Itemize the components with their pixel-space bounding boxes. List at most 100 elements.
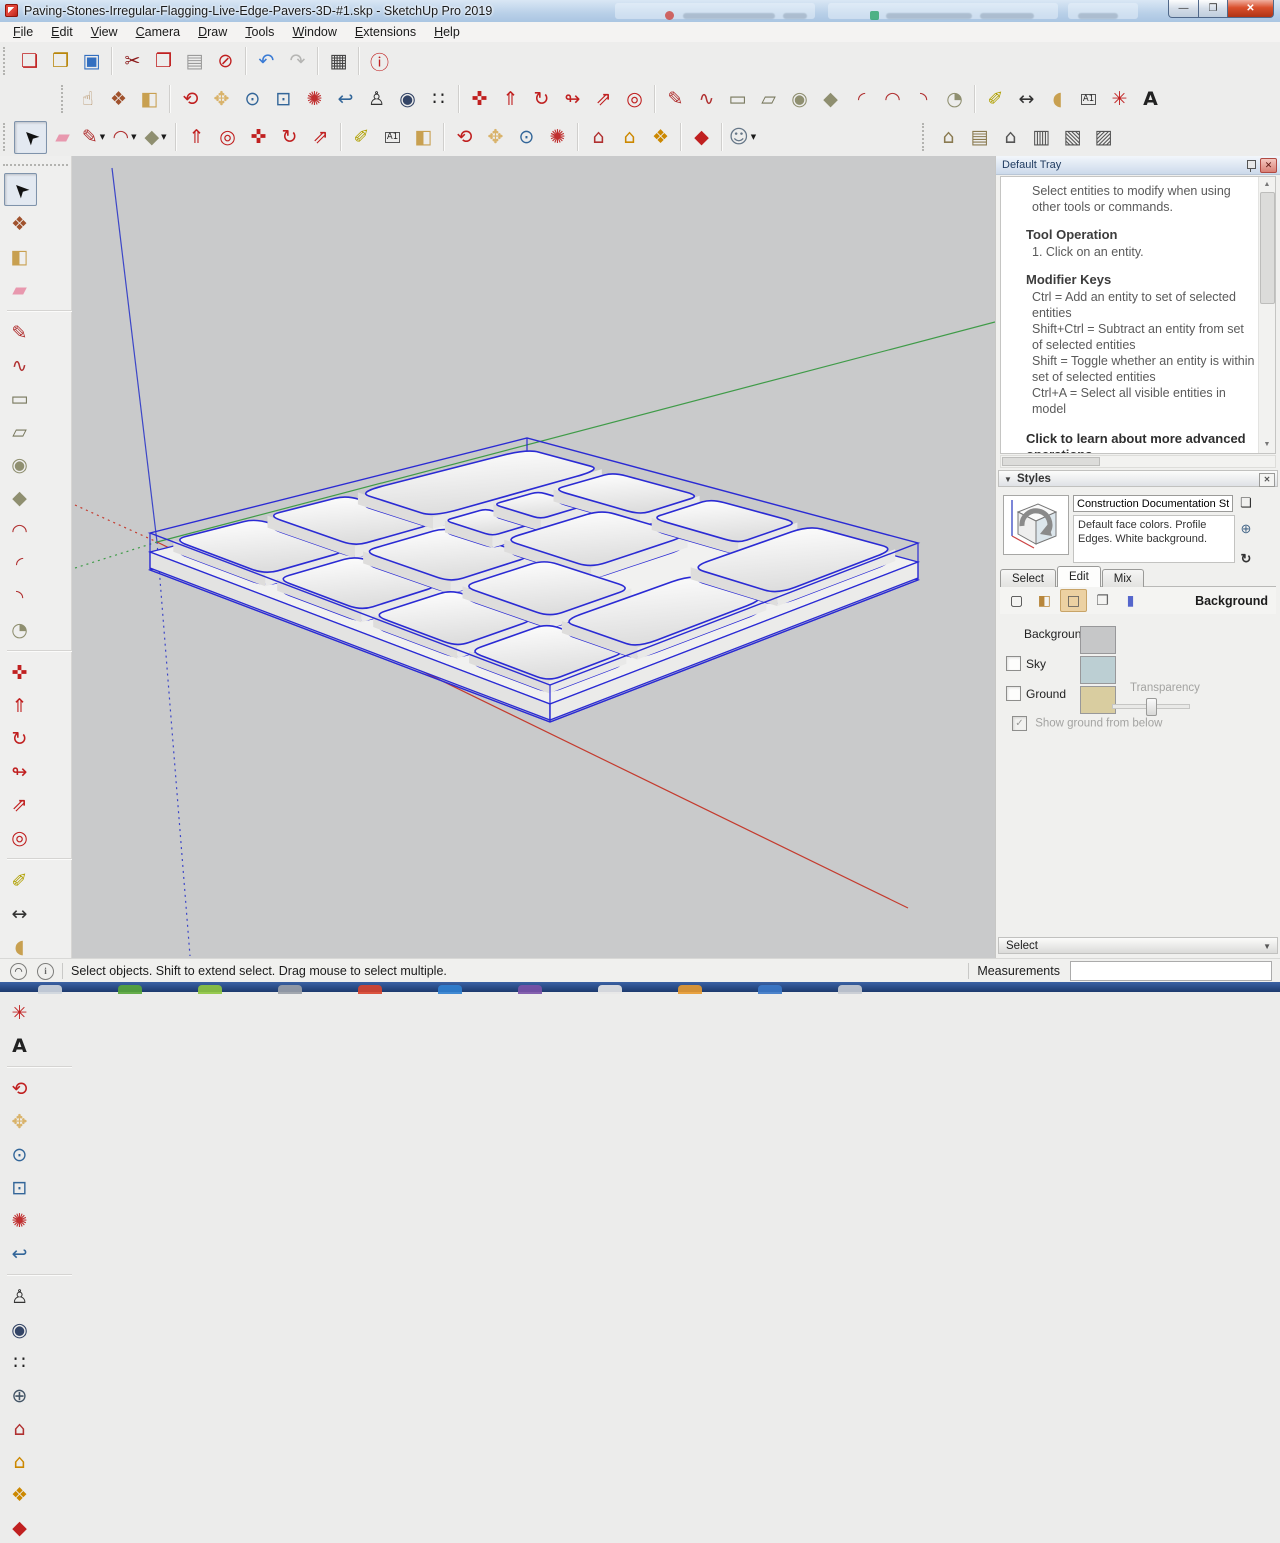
- tool-paint-bucket-button[interactable]: ◧: [134, 84, 165, 115]
- drawing-viewport[interactable]: [72, 156, 996, 958]
- tool-section-plane-button[interactable]: ⊕: [4, 1380, 35, 1411]
- credits-info-icon[interactable]: i: [37, 962, 54, 980]
- tool-zoom-extents-button[interactable]: ✺: [542, 122, 573, 153]
- taskbar-app-icon[interactable]: [598, 985, 622, 994]
- tool-rotate-button[interactable]: ↻: [274, 122, 305, 153]
- tool-look-around-button[interactable]: ◉: [4, 1314, 35, 1345]
- tool-push-pull-button[interactable]: ⇑: [4, 690, 35, 721]
- tool-rotated-rectangle-button[interactable]: ▱: [4, 416, 35, 447]
- tool-push-pull-button[interactable]: ⇑: [181, 122, 212, 153]
- tool-eraser-button[interactable]: ▰: [4, 274, 35, 305]
- tool-print-button[interactable]: ▦: [323, 46, 354, 77]
- tool-two-point-arc-button[interactable]: ◠: [4, 515, 35, 546]
- tool-tape-measure-button[interactable]: ✐: [346, 122, 377, 153]
- close-button[interactable]: ✕: [1227, 0, 1274, 18]
- tool-pie-button[interactable]: ◔: [4, 614, 35, 645]
- tool-share-model-button[interactable]: ⌂: [614, 122, 645, 153]
- background-settings-button[interactable]: □: [1060, 589, 1087, 612]
- menu-edit[interactable]: Edit: [42, 23, 82, 41]
- sky-checkbox[interactable]: [1006, 656, 1021, 672]
- tool-copy-button[interactable]: ❐: [148, 46, 179, 77]
- tool-rectangle-button[interactable]: ▭: [722, 84, 753, 115]
- tool-view-iso-button[interactable]: ⌂: [933, 122, 964, 153]
- tool-arc-button[interactable]: ◜: [4, 548, 35, 579]
- instructor-learn-more-link[interactable]: Click to learn about more advanced opera…: [1026, 431, 1255, 453]
- tool-share-component-button[interactable]: ❖: [4, 1479, 35, 1510]
- dropdown-arrow-icon[interactable]: ▼: [161, 133, 166, 141]
- menu-view[interactable]: View: [82, 23, 127, 41]
- instructor-hscrollbar[interactable]: [1000, 455, 1276, 468]
- transparency-slider[interactable]: [1112, 698, 1190, 716]
- tool-offset-button[interactable]: ◎: [619, 84, 650, 115]
- taskbar-app-icon[interactable]: [518, 985, 542, 994]
- tool-pan-button[interactable]: ✥: [480, 122, 511, 153]
- tool-rectangle-button[interactable]: ▭: [4, 383, 35, 414]
- tool-3d-text-button[interactable]: A: [4, 1030, 35, 1061]
- tool-tape-measure-button[interactable]: ✐: [4, 865, 35, 896]
- tool-zoom-window-button[interactable]: ⊡: [268, 84, 299, 115]
- tool-scale-button[interactable]: ⇗: [4, 789, 35, 820]
- tool-arc-button[interactable]: ◜: [846, 84, 877, 115]
- tool-circle-button[interactable]: ◉: [784, 84, 815, 115]
- tool-two-point-arc-button[interactable]: ◠ ▼: [109, 122, 140, 153]
- tool-protractor-button[interactable]: ◖: [1042, 84, 1073, 115]
- collapse-triangle-icon[interactable]: ▼: [1004, 471, 1012, 488]
- tool-follow-me-button[interactable]: ↬: [557, 84, 588, 115]
- tool-line-button[interactable]: ✎ ▼: [78, 122, 109, 153]
- watermark-settings-button[interactable]: ❐: [1090, 590, 1115, 611]
- restore-button[interactable]: ❐: [1199, 0, 1227, 18]
- taskbar-app-icon[interactable]: [198, 985, 222, 994]
- tool-orbit-button[interactable]: ⟲: [449, 122, 480, 153]
- tool-line-button[interactable]: ✎: [660, 84, 691, 115]
- tool-previous-button[interactable]: ↩: [330, 84, 361, 115]
- tool-position-camera-button[interactable]: ♙: [361, 84, 392, 115]
- tool-zoom-extents-button[interactable]: ✺: [4, 1205, 35, 1236]
- create-new-style-icon[interactable]: ⊕: [1236, 521, 1256, 539]
- geolocation-icon[interactable]: ◠: [10, 962, 27, 980]
- ground-color-swatch[interactable]: [1080, 686, 1116, 714]
- taskbar-app-icon[interactable]: [38, 985, 62, 994]
- tool-make-component-button[interactable]: ❖: [103, 84, 134, 115]
- tool-axes-button[interactable]: ✳: [4, 997, 35, 1028]
- tab-edit[interactable]: Edit: [1056, 566, 1101, 587]
- tool-view-top-button[interactable]: ▤: [964, 122, 995, 153]
- tool-previous-button[interactable]: ↩: [4, 1238, 35, 1269]
- tool-zoom-window-button[interactable]: ⊡: [4, 1172, 35, 1203]
- tool-new-button[interactable]: ❏: [14, 46, 45, 77]
- tool-freehand-button[interactable]: ∿: [4, 350, 35, 381]
- dropdown-arrow-icon[interactable]: ▼: [131, 133, 136, 141]
- sky-color-swatch[interactable]: [1080, 656, 1116, 684]
- tab-select[interactable]: Select: [1000, 569, 1056, 587]
- tool-tape-measure-button[interactable]: ✐: [980, 84, 1011, 115]
- tool-undo-button[interactable]: ↶: [251, 46, 282, 77]
- face-settings-button[interactable]: ◧: [1032, 590, 1057, 611]
- taskbar-app-icon[interactable]: [118, 985, 142, 994]
- tool-3d-text-button[interactable]: A: [1135, 84, 1166, 115]
- tool-view-right-button[interactable]: ▥: [1026, 122, 1057, 153]
- tool-pie-button[interactable]: ◔: [939, 84, 970, 115]
- tool-circle-button[interactable]: ◉: [4, 449, 35, 480]
- menu-camera[interactable]: Camera: [127, 23, 189, 41]
- tray-close-button[interactable]: ✕: [1260, 158, 1277, 173]
- tool-save-button[interactable]: ▣: [76, 46, 107, 77]
- tool-paste-button[interactable]: ▤: [179, 46, 210, 77]
- tool-scale-button[interactable]: ⇗: [305, 122, 336, 153]
- tool-zoom-extents-button[interactable]: ✺: [299, 84, 330, 115]
- tool-view-left-button[interactable]: ▨: [1088, 122, 1119, 153]
- tool-eraser-button[interactable]: ▰: [47, 122, 78, 153]
- tool-sign-in-button[interactable]: ☺ ▼: [727, 122, 758, 153]
- menu-file[interactable]: File: [4, 23, 42, 41]
- instructor-scrollbar[interactable]: ▲ ▼: [1258, 177, 1275, 453]
- tool-pan-button[interactable]: ✥: [4, 1106, 35, 1137]
- dropdown-arrow-icon[interactable]: ▼: [100, 133, 105, 141]
- tool-scale-button[interactable]: ⇗: [588, 84, 619, 115]
- minimize-button[interactable]: —: [1168, 0, 1199, 18]
- tool-paint-bucket-button[interactable]: ◧: [408, 122, 439, 153]
- style-name-field[interactable]: [1073, 495, 1233, 512]
- tool-rotated-rectangle-button[interactable]: ▱: [753, 84, 784, 115]
- tool-push-pull-button[interactable]: ⇑: [495, 84, 526, 115]
- taskbar-app-icon[interactable]: [838, 985, 862, 994]
- tool-two-point-arc-button[interactable]: ◠: [877, 84, 908, 115]
- tool-offset-button[interactable]: ◎: [212, 122, 243, 153]
- tool-polygon-button[interactable]: ◆: [4, 482, 35, 513]
